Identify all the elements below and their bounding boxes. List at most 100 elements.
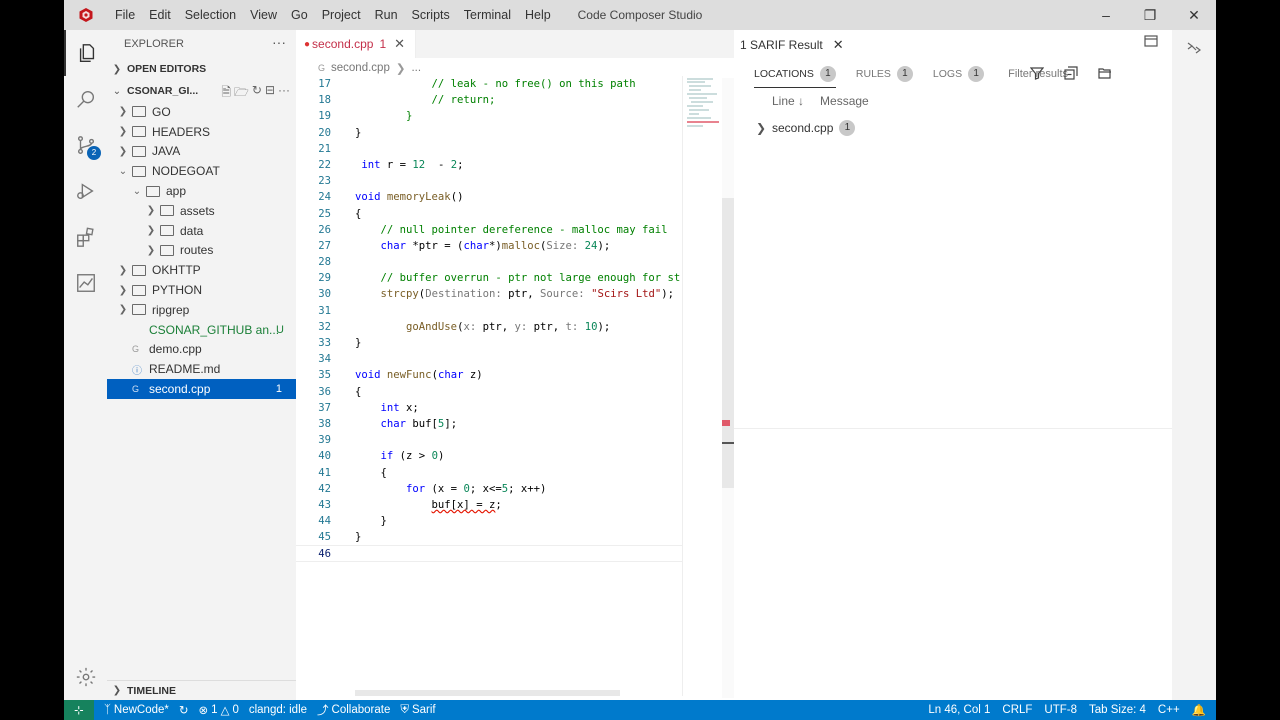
tree-item[interactable]: ❯ PYTHON <box>107 280 296 300</box>
cursor-position[interactable]: Ln 46, Col 1 <box>928 704 990 716</box>
code-line: 27 char *ptr = (char*)malloc(Size: 24); <box>296 238 682 254</box>
collaborate-label: Collaborate <box>331 704 391 716</box>
encoding[interactable]: UTF-8 <box>1044 704 1077 716</box>
remote-icon[interactable]: ⊹ <box>64 700 94 720</box>
line-source: // return; <box>431 94 496 107</box>
language-mode[interactable]: C++ <box>1158 704 1180 716</box>
menu-scripts[interactable]: Scripts <box>405 0 457 30</box>
collapse-all-icon[interactable]: ⊟ <box>265 83 275 104</box>
split-layout-icon[interactable] <box>1186 40 1202 59</box>
shield-icon: ⛨ <box>400 703 409 716</box>
close-tab-icon[interactable]: ✕ <box>394 36 405 52</box>
tree-item[interactable]: ❯ assets <box>107 201 296 221</box>
tree-item[interactable]: CSONAR_GITHUB an... U <box>107 320 296 340</box>
location-row[interactable]: ❯ second.cpp 1 <box>756 120 856 136</box>
menu-view[interactable]: View <box>243 0 284 30</box>
line-number: 33 <box>318 337 331 349</box>
sarif-status[interactable]: ⛨ Sarif <box>400 704 435 717</box>
notifications-bell-icon[interactable]: 🔔 <box>1192 703 1206 717</box>
workspace-section[interactable]: ⌄ CSONAR_GI... 🗎 🗁 ↻ ⊟ ··· <box>107 80 296 102</box>
column-line[interactable]: Line ↓ <box>772 94 804 108</box>
menu-terminal[interactable]: Terminal <box>457 0 518 30</box>
column-message[interactable]: Message <box>820 94 869 108</box>
filter-icon[interactable] <box>1029 66 1045 83</box>
code-line: 25 { <box>296 206 682 222</box>
tab-sarif-result[interactable]: 1 SARIF Result ✕ <box>734 30 844 58</box>
logs-count: 1 <box>968 66 985 82</box>
minimap[interactable] <box>682 76 722 696</box>
tree-item[interactable]: Gsecond.cpp 1 <box>107 379 296 399</box>
line-number: 42 <box>318 482 331 495</box>
sarif-tab-bar: 1 SARIF Result ✕ <box>734 30 1172 58</box>
clangd-status[interactable]: clangd: idle <box>249 704 307 716</box>
tree-item[interactable]: ⓘ README.md <box>107 359 296 379</box>
tree-item[interactable]: ❯ data <box>107 221 296 241</box>
tree-item[interactable]: ❯ routes <box>107 241 296 261</box>
line-ending[interactable]: CRLF <box>1002 704 1032 716</box>
breadcrumb-symbol[interactable]: ... <box>411 62 421 74</box>
line-number: 44 <box>318 515 331 528</box>
menu-edit[interactable]: Edit <box>142 0 178 30</box>
menu-run[interactable]: Run <box>368 0 405 30</box>
scrollbar-thumb[interactable] <box>722 198 734 488</box>
tab-logs[interactable]: LOGS 1 <box>933 60 985 88</box>
tree-item[interactable]: Gdemo.cpp <box>107 340 296 360</box>
branch-status[interactable]: ᛉ NewCode* <box>104 704 169 716</box>
chevron-right-icon: ❯ <box>118 264 128 276</box>
more-actions-icon[interactable]: ··· <box>272 34 286 50</box>
extensions-icon[interactable] <box>64 214 107 260</box>
collaborate-status[interactable]: ⤴ Collaborate <box>317 702 390 718</box>
tab-second-cpp[interactable]: ● second.cpp 1 ✕ <box>296 30 417 58</box>
tree-item[interactable]: ❯ GO <box>107 102 296 122</box>
folder-icon <box>132 304 146 316</box>
sarif-actions <box>1029 65 1112 83</box>
collapse-all-icon[interactable] <box>1064 65 1078 83</box>
horizontal-scrollbar[interactable] <box>355 690 620 696</box>
timeline-row[interactable]: ❯ TIMELINE <box>107 681 296 700</box>
run-debug-icon[interactable] <box>64 168 107 214</box>
more-icon[interactable]: ··· <box>278 83 290 104</box>
layout-toggle-icon[interactable] <box>1144 34 1158 51</box>
sync-icon[interactable]: ↻ <box>179 703 189 717</box>
problems-status[interactable]: ⊗ 1 △ 0 <box>199 703 239 717</box>
menu-project[interactable]: Project <box>315 0 368 30</box>
chart-icon[interactable] <box>64 260 107 306</box>
restore-icon[interactable]: ❐ <box>1128 0 1172 30</box>
open-editors-section[interactable]: ❯ OPEN EDITORS <box>107 58 296 80</box>
close-window-icon[interactable]: ✕ <box>1172 0 1216 30</box>
search-icon[interactable] <box>64 76 107 122</box>
code-line: 45} <box>296 529 682 545</box>
menu-selection[interactable]: Selection <box>178 0 243 30</box>
menu-help[interactable]: Help <box>518 0 558 30</box>
menu-go[interactable]: Go <box>284 0 315 30</box>
minimize-icon[interactable]: – <box>1084 0 1128 30</box>
code-area[interactable]: 17 // leak - no free() on this path 18 //… <box>296 76 682 696</box>
tree-item[interactable]: ⌄ app <box>107 181 296 201</box>
line-source: } <box>406 110 413 123</box>
tab-rules[interactable]: RULES 1 <box>856 60 913 88</box>
close-sarif-tab-icon[interactable]: ✕ <box>833 37 844 53</box>
tab-locations[interactable]: LOCATIONS 1 <box>754 60 836 88</box>
editor-scrollbar[interactable] <box>722 78 734 698</box>
open-folder-icon[interactable] <box>1098 66 1112 83</box>
tree-item[interactable]: ❯ HEADERS <box>107 122 296 142</box>
tab-size[interactable]: Tab Size: 4 <box>1089 704 1146 716</box>
settings-gear-icon[interactable] <box>64 654 107 700</box>
tree-item-label: app <box>166 184 187 199</box>
source-control-icon[interactable]: 2 <box>64 122 107 168</box>
code-line: 40 if (z > 0) <box>296 448 682 464</box>
explorer-icon[interactable] <box>64 30 107 76</box>
refresh-icon[interactable]: ↻ <box>252 83 262 104</box>
tree-item[interactable]: ❯ OKHTTP <box>107 260 296 280</box>
new-file-icon[interactable]: 🗎 <box>221 83 231 104</box>
tree-item-label: CSONAR_GITHUB an... <box>149 322 280 337</box>
tree-item[interactable]: ⌄ NODEGOAT <box>107 161 296 181</box>
locations-label: LOCATIONS <box>754 68 814 80</box>
new-folder-icon[interactable]: 🗁 <box>234 83 249 104</box>
tree-item[interactable]: ❯ ripgrep <box>107 300 296 320</box>
timeline-section[interactable]: ❯ TIMELINE <box>107 680 296 700</box>
breadcrumb-file[interactable]: second.cpp <box>331 62 390 74</box>
app-logo-icon <box>64 0 108 30</box>
menu-file[interactable]: File <box>108 0 142 30</box>
tree-item[interactable]: ❯ JAVA <box>107 142 296 162</box>
